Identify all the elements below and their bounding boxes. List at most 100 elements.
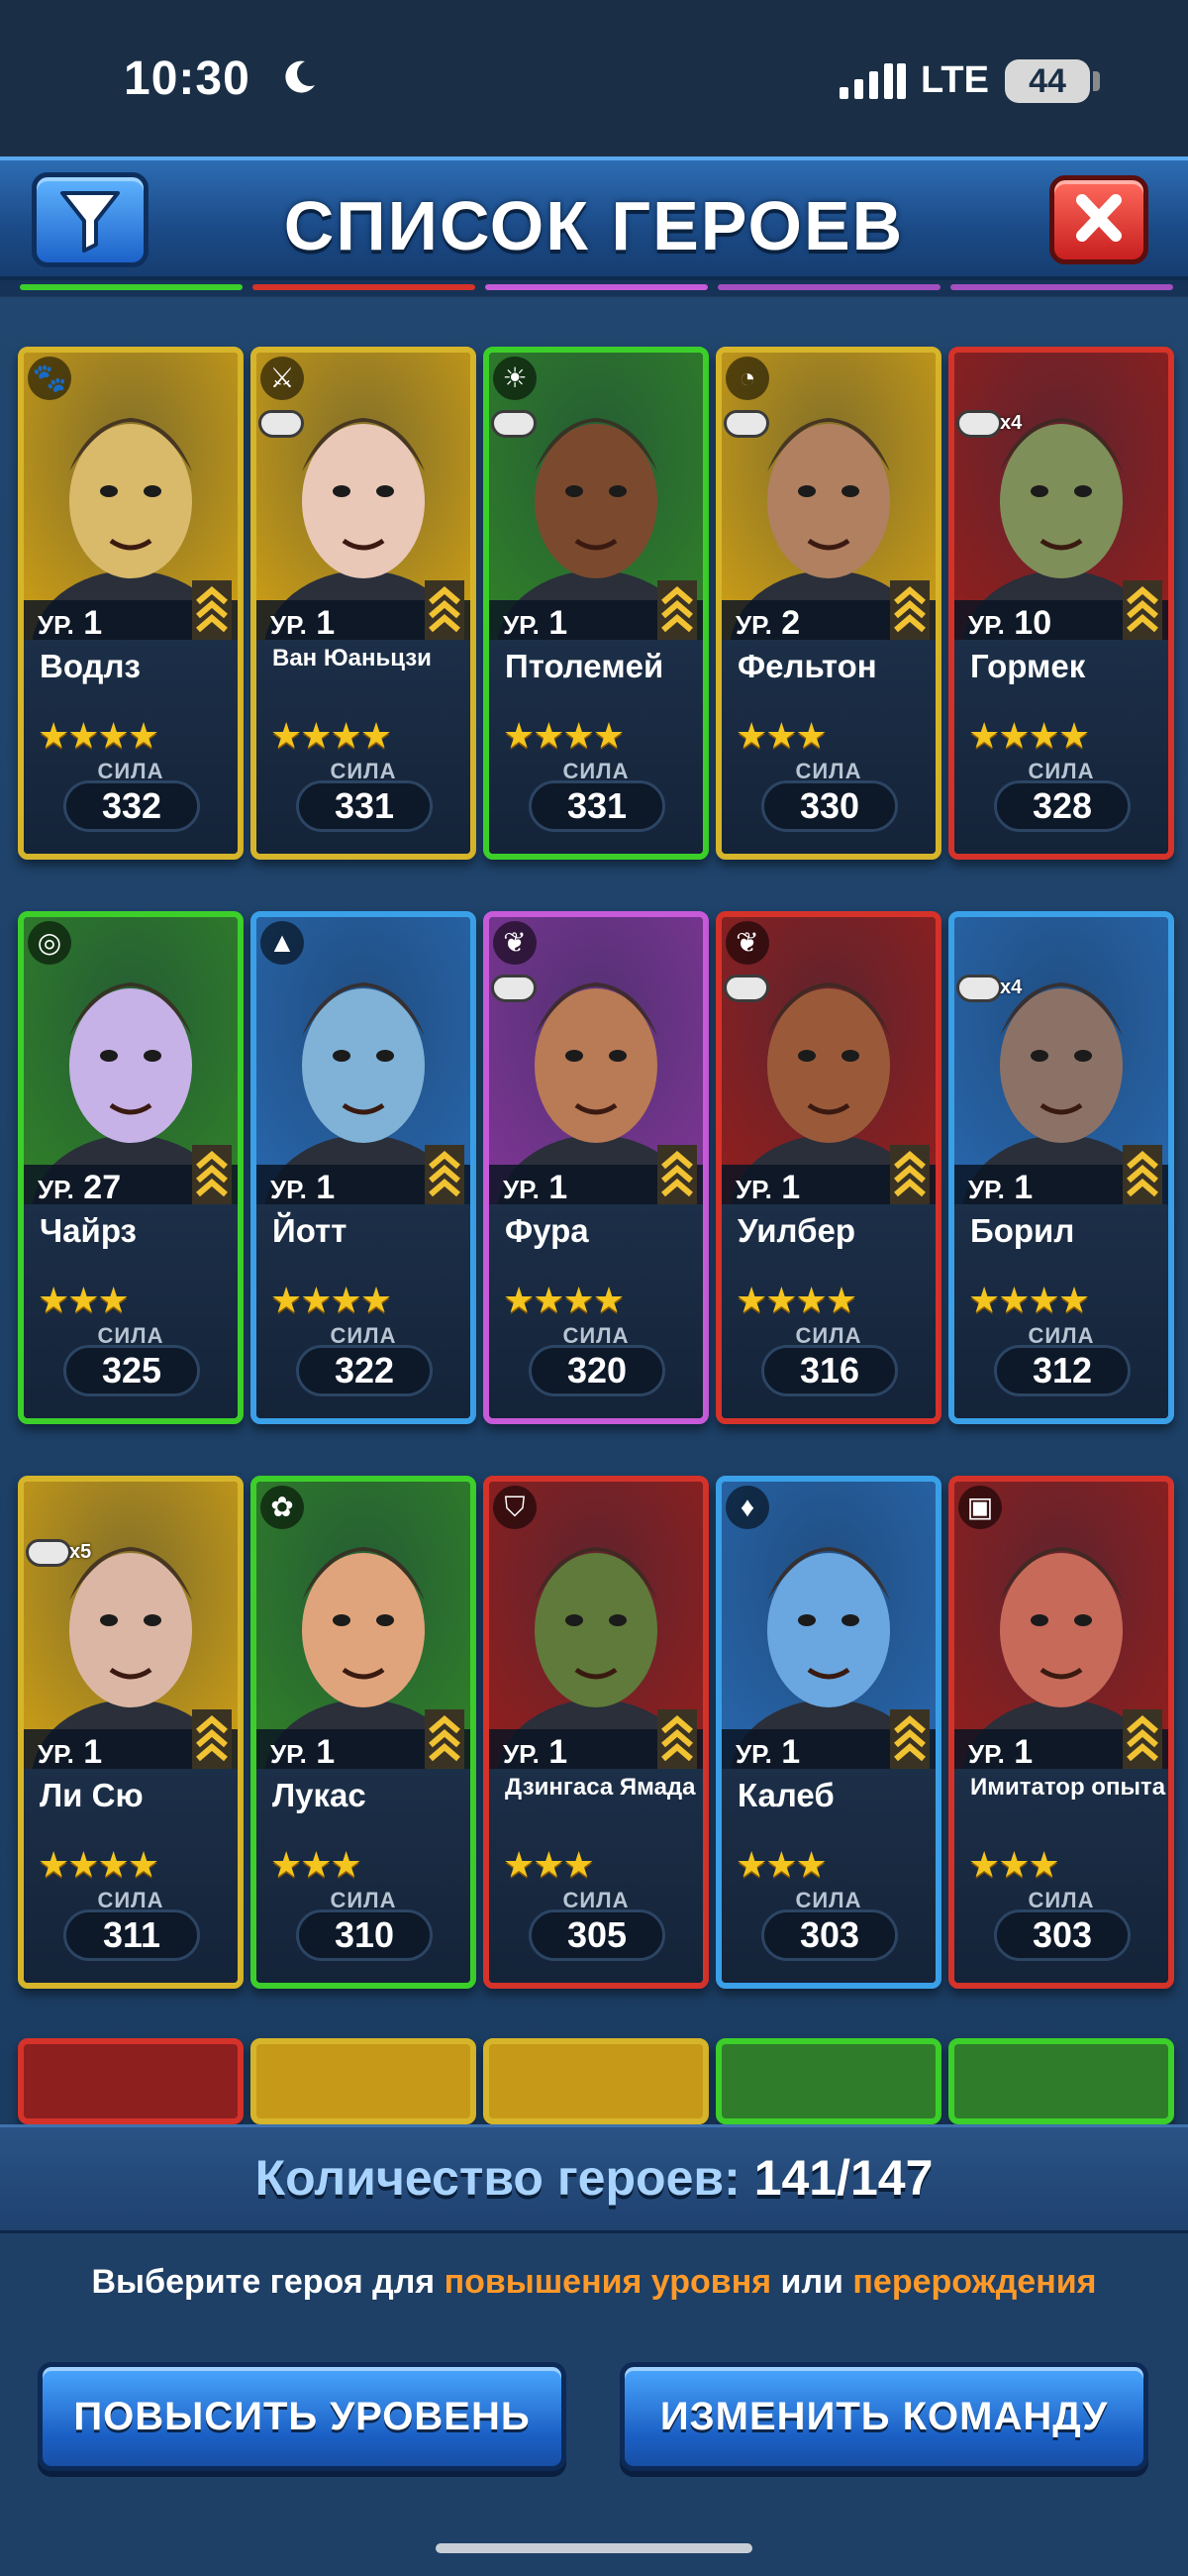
- level-prefix: УР.: [968, 1175, 1005, 1204]
- battery-tip: [1093, 71, 1100, 91]
- hero-card[interactable]: ⛉ УР. 1 Дзингаса Ямада ★★★ СИЛА 305: [483, 1476, 709, 1989]
- level-prefix: УР.: [503, 610, 540, 640]
- hero-card-partial[interactable]: [250, 2038, 476, 2124]
- hero-card-partial[interactable]: [716, 2038, 941, 2124]
- mask-icon: [258, 410, 304, 438]
- hero-card[interactable]: ⚔ УР. 1 Ван Юаньцзи ★★★★ СИЛА 331: [250, 347, 476, 860]
- hero-stars: ★★★: [736, 1844, 828, 1885]
- hero-name: Борил: [970, 1212, 1075, 1249]
- hero-stars: ★★★: [968, 1844, 1060, 1885]
- hero-level: УР. 1: [503, 1733, 567, 1772]
- hero-level: УР. 1: [270, 1169, 335, 1207]
- level-value: 1: [1014, 1169, 1034, 1206]
- hero-stars: ★★★: [38, 1280, 130, 1320]
- paw-icon: 🐾: [28, 357, 71, 400]
- hero-stars: ★★★: [270, 1844, 362, 1885]
- hero-level: УР. 1: [38, 1733, 102, 1772]
- hero-card-partial[interactable]: [483, 2038, 709, 2124]
- rank-chevron-icon: [890, 1145, 930, 1204]
- hero-name: Птолемей: [505, 648, 664, 684]
- hero-stars: ★★★: [736, 715, 828, 756]
- rank-chevron-icon: [425, 580, 464, 640]
- hero-count-label: Количество героев:: [254, 2150, 741, 2206]
- tab-red[interactable]: [252, 284, 475, 290]
- hero-card[interactable]: ✿ УР. 1 Лукас ★★★ СИЛА 310: [250, 1476, 476, 1989]
- chest-icon: ▣: [958, 1486, 1002, 1529]
- level-prefix: УР.: [38, 1739, 74, 1769]
- hero-level: УР. 2: [736, 604, 800, 643]
- rank-chevron-icon: [657, 1145, 697, 1204]
- change-team-button[interactable]: ИЗМЕНИТЬ КОМАНДУ: [620, 2362, 1148, 2471]
- rank-chevron-icon: [1123, 580, 1162, 640]
- level-value: 1: [781, 1733, 801, 1771]
- hero-card[interactable]: x5 УР. 1 Ли Сю ★★★★ СИЛА 311: [18, 1476, 244, 1989]
- hero-card-partial[interactable]: [948, 2038, 1174, 2124]
- hero-card[interactable]: 🐾 УР. 1 Водлз ★★★★ СИЛА 332: [18, 347, 244, 860]
- sun-icon: ☀: [493, 357, 537, 400]
- mountain-icon: ▲: [260, 921, 304, 965]
- tab-green[interactable]: [20, 284, 243, 290]
- hero-card[interactable]: ▲ УР. 1 Йотт ★★★★ СИЛА 322: [250, 911, 476, 1424]
- carrot-icon: ♦: [726, 1486, 769, 1529]
- hero-power: 328: [994, 780, 1131, 832]
- hero-card[interactable]: ◔ УР. 2 Фельтон ★★★ СИЛА 330: [716, 347, 941, 860]
- hero-name: Имитатор опыта: [970, 1774, 1166, 1801]
- home-indicator[interactable]: [436, 2543, 752, 2553]
- hero-name: Калеб: [738, 1777, 835, 1813]
- rank-chevron-icon: [1123, 1145, 1162, 1204]
- hero-name: Фельтон: [738, 648, 877, 684]
- tab-purple[interactable]: [485, 284, 708, 290]
- hero-stars: ★★★: [503, 1844, 595, 1885]
- hero-power: 310: [296, 1909, 433, 1961]
- level-prefix: УР.: [38, 610, 74, 640]
- hero-card[interactable]: x4 УР. 1 Борил ★★★★ СИЛА 312: [948, 911, 1174, 1424]
- horn-icon: ◔: [726, 357, 769, 400]
- hero-card[interactable]: ❦ УР. 1 Фура ★★★★ СИЛА 320: [483, 911, 709, 1424]
- hero-card[interactable]: ◎ УР. 27 Чайрз ★★★ СИЛА 325: [18, 911, 244, 1424]
- level-value: 1: [316, 604, 336, 642]
- close-button[interactable]: [1049, 175, 1148, 264]
- rank-chevron-icon: [657, 1709, 697, 1769]
- hero-power: 305: [529, 1909, 665, 1961]
- mask-icon: [724, 410, 769, 438]
- level-value: 1: [316, 1733, 336, 1771]
- level-value: 1: [83, 604, 103, 642]
- hero-card[interactable]: x4 УР. 10 Гормек ★★★★ СИЛА 328: [948, 347, 1174, 860]
- hero-card[interactable]: ☀ УР. 1 Птолемей ★★★★ СИЛА 331: [483, 347, 709, 860]
- hero-power: 330: [761, 780, 898, 832]
- hero-power: 331: [529, 780, 665, 832]
- rank-chevron-icon: [657, 580, 697, 640]
- level-prefix: УР.: [736, 1175, 772, 1204]
- hero-name: Уилбер: [738, 1212, 855, 1249]
- claw-icon: ⚔: [260, 357, 304, 400]
- footer-panel: Количество героев: 141/147 Выберите геро…: [0, 2124, 1188, 2576]
- level-up-button[interactable]: ПОВЫСИТЬ УРОВЕНЬ: [38, 2362, 566, 2471]
- tab-purple-2[interactable]: [718, 284, 940, 290]
- mask-icon: [491, 975, 537, 1002]
- hero-card-partial[interactable]: [18, 2038, 244, 2124]
- hero-card[interactable]: ❦ УР. 1 Уилбер ★★★★ СИЛА 316: [716, 911, 941, 1424]
- hint-levelup: повышения уровня: [444, 2263, 772, 2301]
- hero-card[interactable]: ▣ УР. 1 Имитатор опыта ★★★ СИЛА 303: [948, 1476, 1174, 1989]
- rank-chevron-icon: [192, 580, 232, 640]
- tab-purple-3[interactable]: [950, 284, 1173, 290]
- hero-power: 331: [296, 780, 433, 832]
- level-value: 10: [1014, 604, 1052, 642]
- page-title: СПИСОК ГЕРОЕВ: [283, 187, 905, 264]
- hero-power: 311: [63, 1909, 200, 1961]
- leaf-icon: ❦: [493, 921, 537, 965]
- moon-icon: [285, 60, 315, 93]
- mask-count: x5: [69, 1541, 92, 1563]
- title-bar: СПИСОК ГЕРОЕВ: [0, 156, 1188, 280]
- status-time: 10:30: [124, 52, 250, 105]
- level-value: 1: [548, 604, 568, 642]
- hint-pre: Выберите героя для: [91, 2263, 445, 2301]
- hero-name: Ли Сю: [40, 1777, 144, 1813]
- hero-power: 303: [994, 1909, 1131, 1961]
- level-prefix: УР.: [270, 1175, 307, 1204]
- signal-icon: [840, 63, 906, 99]
- hero-card[interactable]: ♦ УР. 1 Калеб ★★★ СИЛА 303: [716, 1476, 941, 1989]
- level-value: 1: [548, 1169, 568, 1206]
- hero-level: УР. 10: [968, 604, 1051, 643]
- hero-power: 316: [761, 1345, 898, 1396]
